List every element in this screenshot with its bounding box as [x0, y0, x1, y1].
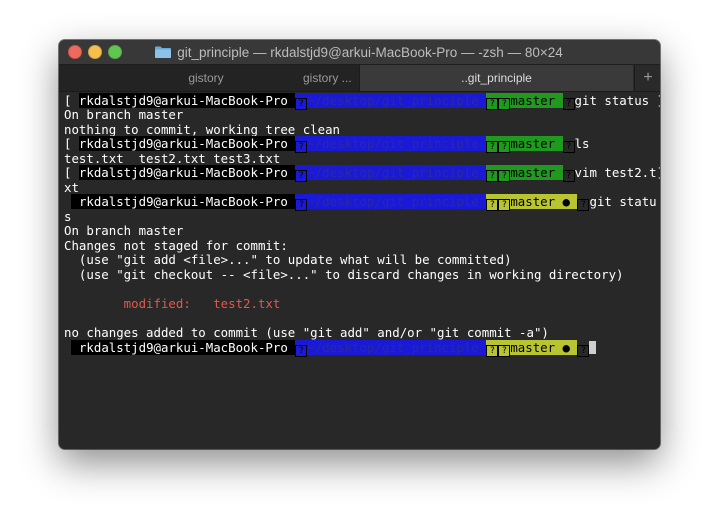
tab-git-principle[interactable]: ..git_principle — [360, 65, 633, 91]
prompt-end-icon: ? — [562, 141, 575, 153]
output-line: (use "git add <file>..." to update what … — [64, 252, 512, 267]
prompt-end-icon: ? — [562, 98, 575, 110]
prompt-user: rkdalstjd9@arkui-MacBook-Pro — [78, 136, 288, 151]
prompt-line: [ rkdalstjd9@arkui-MacBook-Pro ? ~/deskto… — [64, 136, 590, 153]
git-icon: ? — [498, 170, 511, 182]
prompt-line: rkdalstjd9@arkui-MacBook-Pro ? ~/desktop/… — [64, 340, 597, 357]
output-line: s — [64, 209, 72, 224]
prompt-path: ? ~/desktop/git_principle — [295, 194, 487, 211]
title-bar: git_principle — rkdalstjd9@arkui-MacBook… — [59, 40, 660, 65]
git-icon: ? — [498, 345, 511, 357]
output-line: test.txt test2.txt test3.txt — [64, 151, 281, 166]
prompt-path: ? ~/desktop/git_principle — [295, 165, 487, 182]
git-icon: ? — [498, 141, 511, 153]
prompt-user: rkdalstjd9@arkui-MacBook-Pro — [78, 93, 288, 108]
tab-sublabel: gistory ... — [303, 71, 352, 85]
bracket-close: ] — [649, 93, 660, 108]
prompt-symbol-icon: ? — [295, 199, 308, 211]
prompt-symbol-icon: ? — [295, 98, 308, 110]
prompt-user: rkdalstjd9@arkui-MacBook-Pro — [71, 194, 296, 209]
prompt-symbol-icon: ? — [295, 345, 308, 357]
prompt-line: rkdalstjd9@arkui-MacBook-Pro ? ~/desktop/… — [64, 194, 657, 211]
output-line: nothing to commit, working tree clean — [64, 122, 341, 137]
terminal-output[interactable]: [ rkdalstjd9@arkui-MacBook-Pro ? ~/deskto… — [59, 92, 660, 449]
terminal-window: git_principle — rkdalstjd9@arkui-MacBook… — [59, 40, 660, 449]
prompt-branch: ?? master — [486, 136, 563, 153]
tab-gistory[interactable]: gistory gistory ... — [59, 65, 360, 91]
branch-icon: ? — [486, 199, 499, 211]
prompt-user: rkdalstjd9@arkui-MacBook-Pro — [71, 340, 296, 355]
output-line: On branch master — [64, 107, 184, 122]
prompt-path: ? ~/desktop/git_principle — [295, 93, 487, 110]
prompt-branch: ?? master ● — [486, 340, 578, 357]
prompt-path: ? ~/desktop/git_principle — [295, 340, 487, 357]
prompt-end-icon: ? — [577, 345, 590, 357]
branch-icon: ? — [486, 98, 499, 110]
text-cursor — [589, 341, 597, 354]
bracket-open: [ — [64, 93, 79, 108]
tab-label: ..git_principle — [461, 71, 532, 85]
close-window-button[interactable] — [68, 45, 82, 59]
modified-file-line: modified: test2.txt — [64, 296, 281, 311]
output-line: Changes not staged for commit: — [64, 238, 288, 253]
prompt-end-icon: ? — [562, 170, 575, 182]
prompt-end-icon: ? — [577, 199, 590, 211]
window-title: git_principle — rkdalstjd9@arkui-MacBook… — [139, 40, 579, 64]
command-text: git status — [574, 93, 650, 108]
maximize-window-button[interactable] — [108, 45, 122, 59]
output-line: xt — [64, 180, 79, 195]
tab-label: gistory — [188, 71, 224, 85]
prompt-symbol-icon: ? — [295, 170, 308, 182]
branch-icon: ? — [486, 345, 499, 357]
command-text: vim test2.t — [574, 165, 657, 180]
minimize-window-button[interactable] — [88, 45, 102, 59]
prompt-line: [ rkdalstjd9@arkui-MacBook-Pro ? ~/deskto… — [64, 165, 660, 182]
tab-bar: gistory gistory ... ..git_principle + — [59, 65, 660, 92]
prompt-symbol-icon: ? — [295, 141, 308, 153]
window-title-text: git_principle — rkdalstjd9@arkui-MacBook… — [177, 44, 563, 60]
output-line: (use "git checkout -- <file>..." to disc… — [64, 267, 624, 282]
folder-icon — [155, 46, 172, 58]
prompt-branch: ?? master — [486, 93, 563, 110]
git-icon: ? — [498, 199, 511, 211]
prompt-branch: ?? master — [486, 165, 563, 182]
plus-icon: + — [643, 69, 653, 86]
command-text: git statu — [589, 194, 657, 209]
prompt-user: rkdalstjd9@arkui-MacBook-Pro — [78, 165, 288, 180]
git-icon: ? — [498, 98, 511, 110]
prompt-path: ? ~/desktop/git_principle — [295, 136, 487, 153]
output-line: no changes added to commit (use "git add… — [64, 325, 549, 340]
branch-icon: ? — [486, 141, 499, 153]
output-line: On branch master — [64, 223, 184, 238]
command-text: ls — [574, 136, 590, 151]
prompt-line: [ rkdalstjd9@arkui-MacBook-Pro ? ~/deskto… — [64, 93, 660, 110]
prompt-branch: ?? master ● — [486, 194, 578, 211]
branch-icon: ? — [486, 170, 499, 182]
new-tab-button[interactable]: + — [634, 65, 660, 91]
